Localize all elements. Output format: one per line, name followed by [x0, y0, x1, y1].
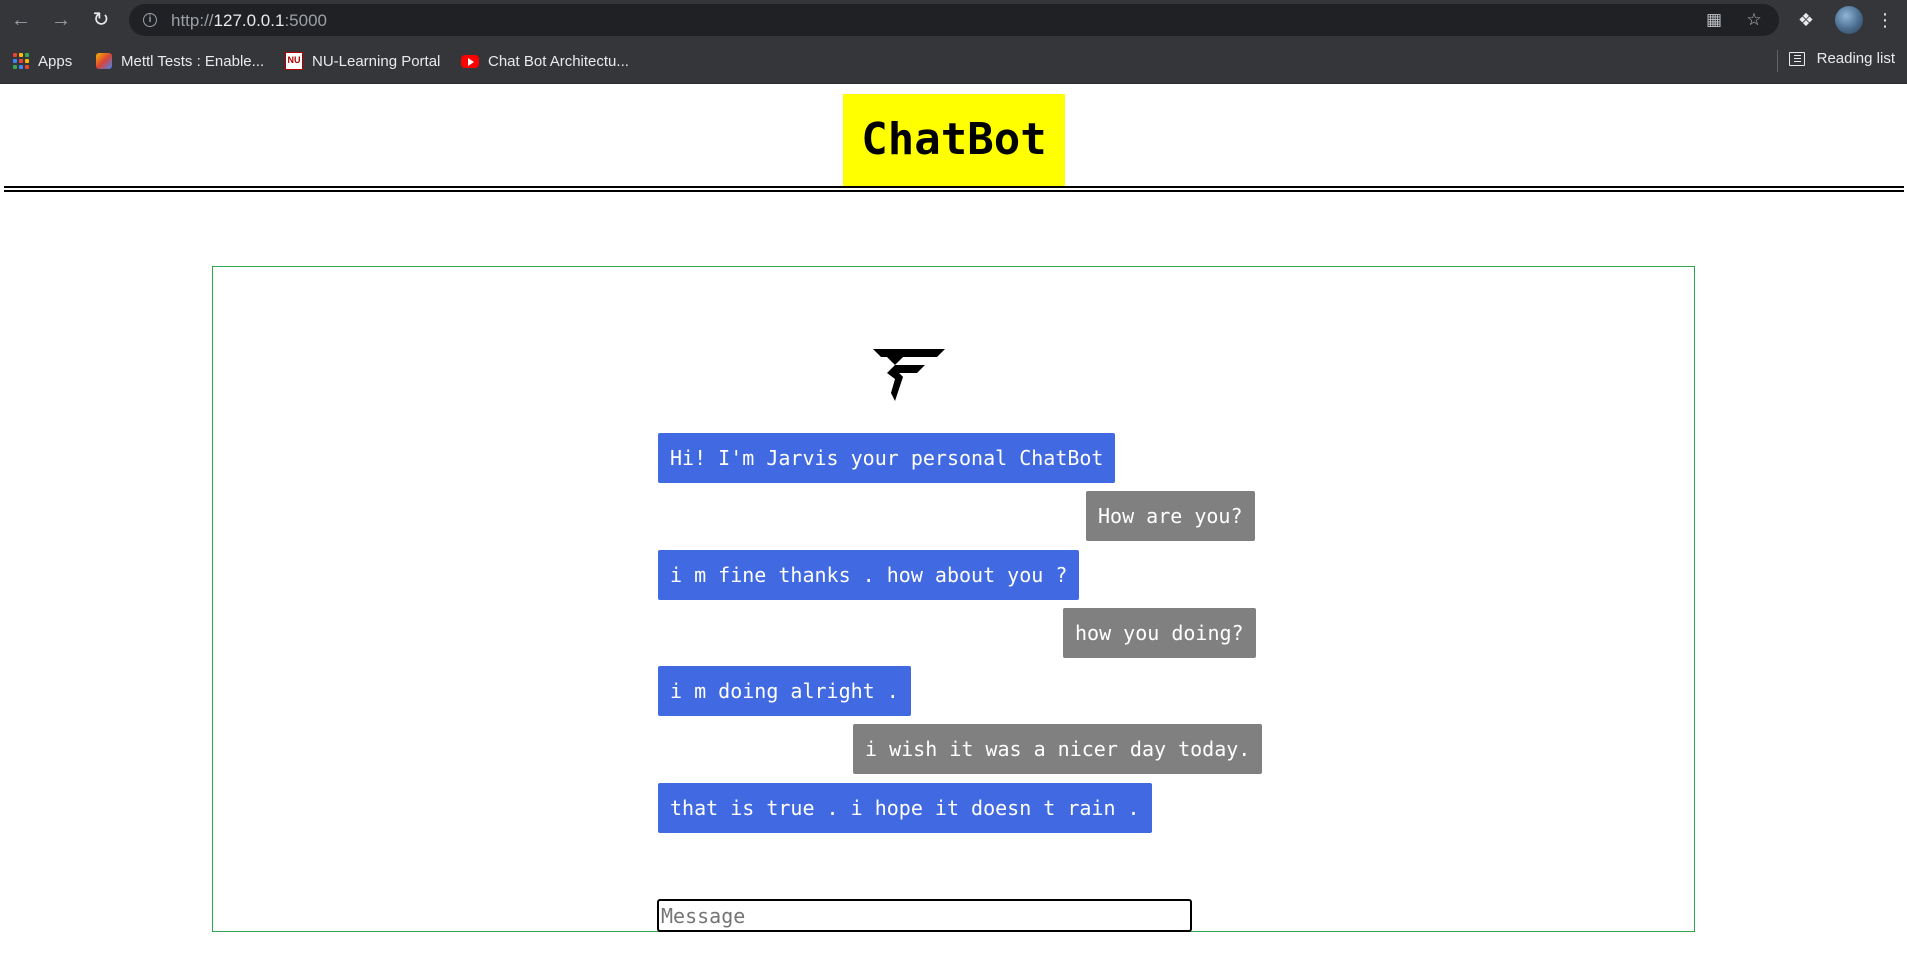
message-input[interactable] [657, 899, 1192, 932]
chat-message-bot: that is true . i hope it doesn t rain . [658, 783, 1152, 833]
bookmark-chatbot-architecture[interactable]: Chat Bot Architectu... [461, 50, 629, 72]
chat-message-user: i wish it was a nicer day today. [853, 724, 1263, 774]
chat-message-bot: i m doing alright . [658, 666, 911, 716]
bookmark-label: Chat Bot Architectu... [488, 52, 629, 70]
page-title: ChatBot [861, 114, 1047, 165]
chat-message-user: How are you? [1086, 491, 1255, 541]
bookmarks-divider [1777, 50, 1778, 72]
nu-icon: NU [285, 52, 303, 70]
url-host: 127.0.0.1 [213, 11, 285, 30]
chat-message-bot: Hi! I'm Jarvis your personal ChatBot [658, 433, 1116, 483]
bookmarks-bar: Apps Mettl Tests : Enable... NU NU-Learn… [0, 40, 1907, 84]
mettl-icon [96, 53, 112, 69]
address-bar[interactable]: i http://127.0.0.1:5000 ▦ ☆ [129, 4, 1779, 36]
bookmark-label: Apps [38, 52, 73, 70]
url-scheme: http:// [171, 11, 214, 30]
page-content: ChatBot Hi! I'm Jarvis your personal Cha… [0, 84, 1907, 974]
reload-icon[interactable]: ↻ [90, 9, 112, 31]
youtube-icon [461, 54, 479, 68]
bookmark-nu-learning[interactable]: NU NU-Learning Portal [285, 50, 440, 72]
bookmark-label: NU-Learning Portal [312, 52, 441, 70]
apps-grid-icon [13, 53, 29, 69]
header-divider [4, 186, 1904, 192]
forward-arrow-icon[interactable]: → [50, 9, 72, 31]
chat-message-user: how you doing? [1063, 608, 1256, 658]
qr-code-icon[interactable]: ▦ [1704, 10, 1724, 30]
browser-toolbar: ← → ↻ i http://127.0.0.1:5000 ▦ ☆ ❖ ⋮ [0, 0, 1907, 40]
url-port: :5000 [284, 11, 327, 30]
reading-list-icon [1788, 51, 1805, 66]
site-info-icon[interactable]: i [143, 13, 157, 27]
bookmark-label: Mettl Tests : Enable... [121, 52, 265, 70]
back-arrow-icon[interactable]: ← [10, 9, 32, 31]
page-title-banner: ChatBot [843, 94, 1065, 186]
more-menu-icon[interactable]: ⋮ [1874, 9, 1896, 31]
faze-logo-icon [873, 349, 945, 401]
reading-list-button[interactable]: Reading list [1788, 50, 1895, 67]
chat-container: Hi! I'm Jarvis your personal ChatBot How… [212, 266, 1695, 932]
reading-list-label: Reading list [1816, 50, 1895, 67]
extensions-puzzle-icon[interactable]: ❖ [1795, 9, 1817, 31]
profile-avatar[interactable] [1835, 6, 1863, 34]
url-text[interactable]: http://127.0.0.1:5000 [171, 11, 327, 31]
bookmark-mettl[interactable]: Mettl Tests : Enable... [96, 50, 264, 72]
bookmark-star-icon[interactable]: ☆ [1744, 10, 1764, 30]
chat-message-bot: i m fine thanks . how about you ? [658, 550, 1080, 600]
bookmark-apps[interactable]: Apps [13, 50, 72, 72]
